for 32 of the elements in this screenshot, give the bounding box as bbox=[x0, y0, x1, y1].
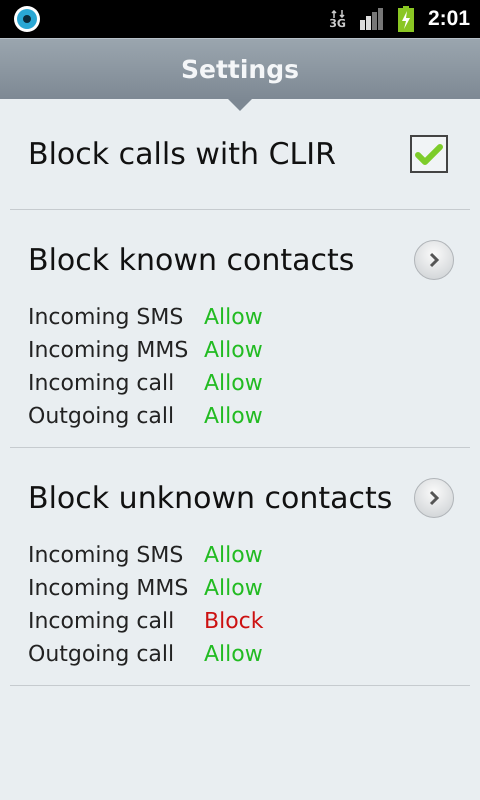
rule-label: Outgoing call bbox=[28, 641, 176, 669]
rule-label: Incoming call bbox=[28, 370, 176, 398]
rule-label: Incoming MMS bbox=[28, 575, 190, 603]
chevron-icon bbox=[428, 252, 440, 268]
chevron-button[interactable] bbox=[414, 478, 454, 518]
chevron-button[interactable] bbox=[414, 240, 454, 280]
battery-charging-icon bbox=[398, 6, 414, 32]
eye-icon bbox=[14, 6, 40, 32]
rule-value: Allow bbox=[204, 304, 264, 332]
rule-value: Allow bbox=[204, 641, 264, 669]
pointer-notch bbox=[228, 99, 252, 111]
rule-label: Incoming call bbox=[28, 608, 176, 636]
signal-icon bbox=[360, 8, 384, 30]
rule-value: Allow bbox=[204, 403, 264, 431]
checkbox[interactable] bbox=[410, 135, 448, 173]
rule-label: Outgoing call bbox=[28, 403, 176, 431]
rule-value: Allow bbox=[204, 337, 264, 365]
section-title: Block unknown contacts bbox=[28, 480, 392, 516]
screen-title: Settings bbox=[180, 54, 299, 84]
setting-label: Block calls with CLIR bbox=[28, 136, 336, 172]
rule-value: Allow bbox=[204, 575, 264, 603]
rule-value: Allow bbox=[204, 542, 264, 570]
section-title: Block known contacts bbox=[28, 242, 354, 278]
rule-label: Incoming SMS bbox=[28, 542, 184, 570]
chevron-icon bbox=[428, 490, 440, 506]
clock-time: 2:01 bbox=[428, 7, 470, 31]
rule-label: Incoming SMS bbox=[28, 304, 184, 332]
rule-value: Allow bbox=[204, 370, 264, 398]
network-indicator: 3G bbox=[329, 10, 346, 28]
rule-value: Block bbox=[204, 608, 265, 636]
rule-label: Incoming MMS bbox=[28, 337, 190, 365]
checkmark-icon bbox=[415, 143, 443, 165]
